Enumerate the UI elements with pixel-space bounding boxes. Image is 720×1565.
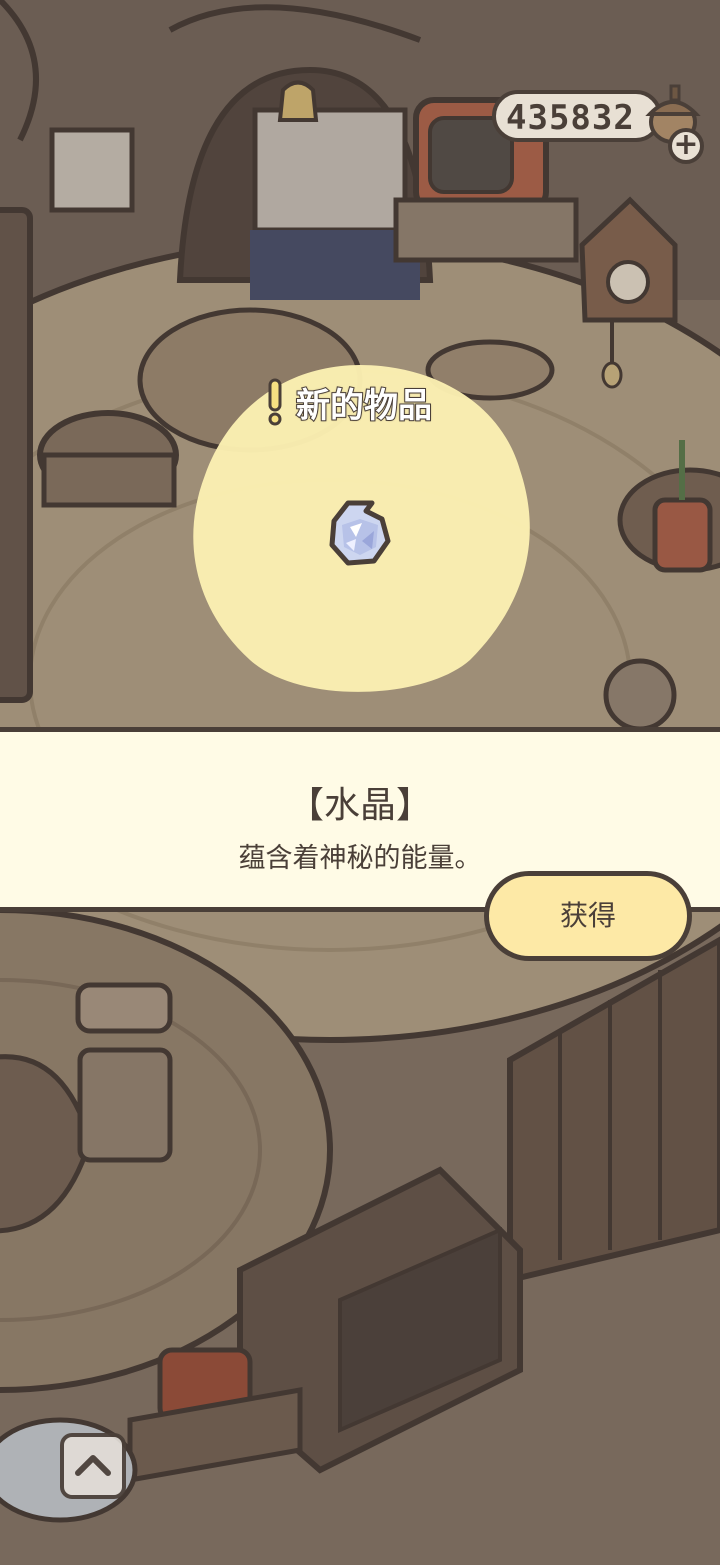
collapse-button[interactable]: [60, 1433, 126, 1499]
chevron-up-icon: [75, 1455, 111, 1476]
new-item-header: 新的物品: [295, 385, 433, 427]
new-item-glow: [193, 365, 530, 692]
obtain-button[interactable]: 获得: [484, 871, 692, 961]
exclamation-icon: [268, 378, 282, 426]
item-name: 【水晶】: [287, 785, 432, 826]
item-description: 蕴含着神秘的能量。: [238, 843, 482, 874]
crystal-icon: [329, 500, 391, 566]
